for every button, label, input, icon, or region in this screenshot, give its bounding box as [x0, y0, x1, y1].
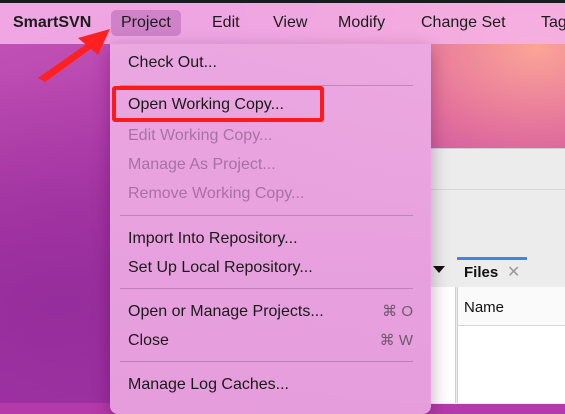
arrow-shaft: [38, 43, 92, 82]
annotation-arrow-icon: [38, 29, 110, 82]
